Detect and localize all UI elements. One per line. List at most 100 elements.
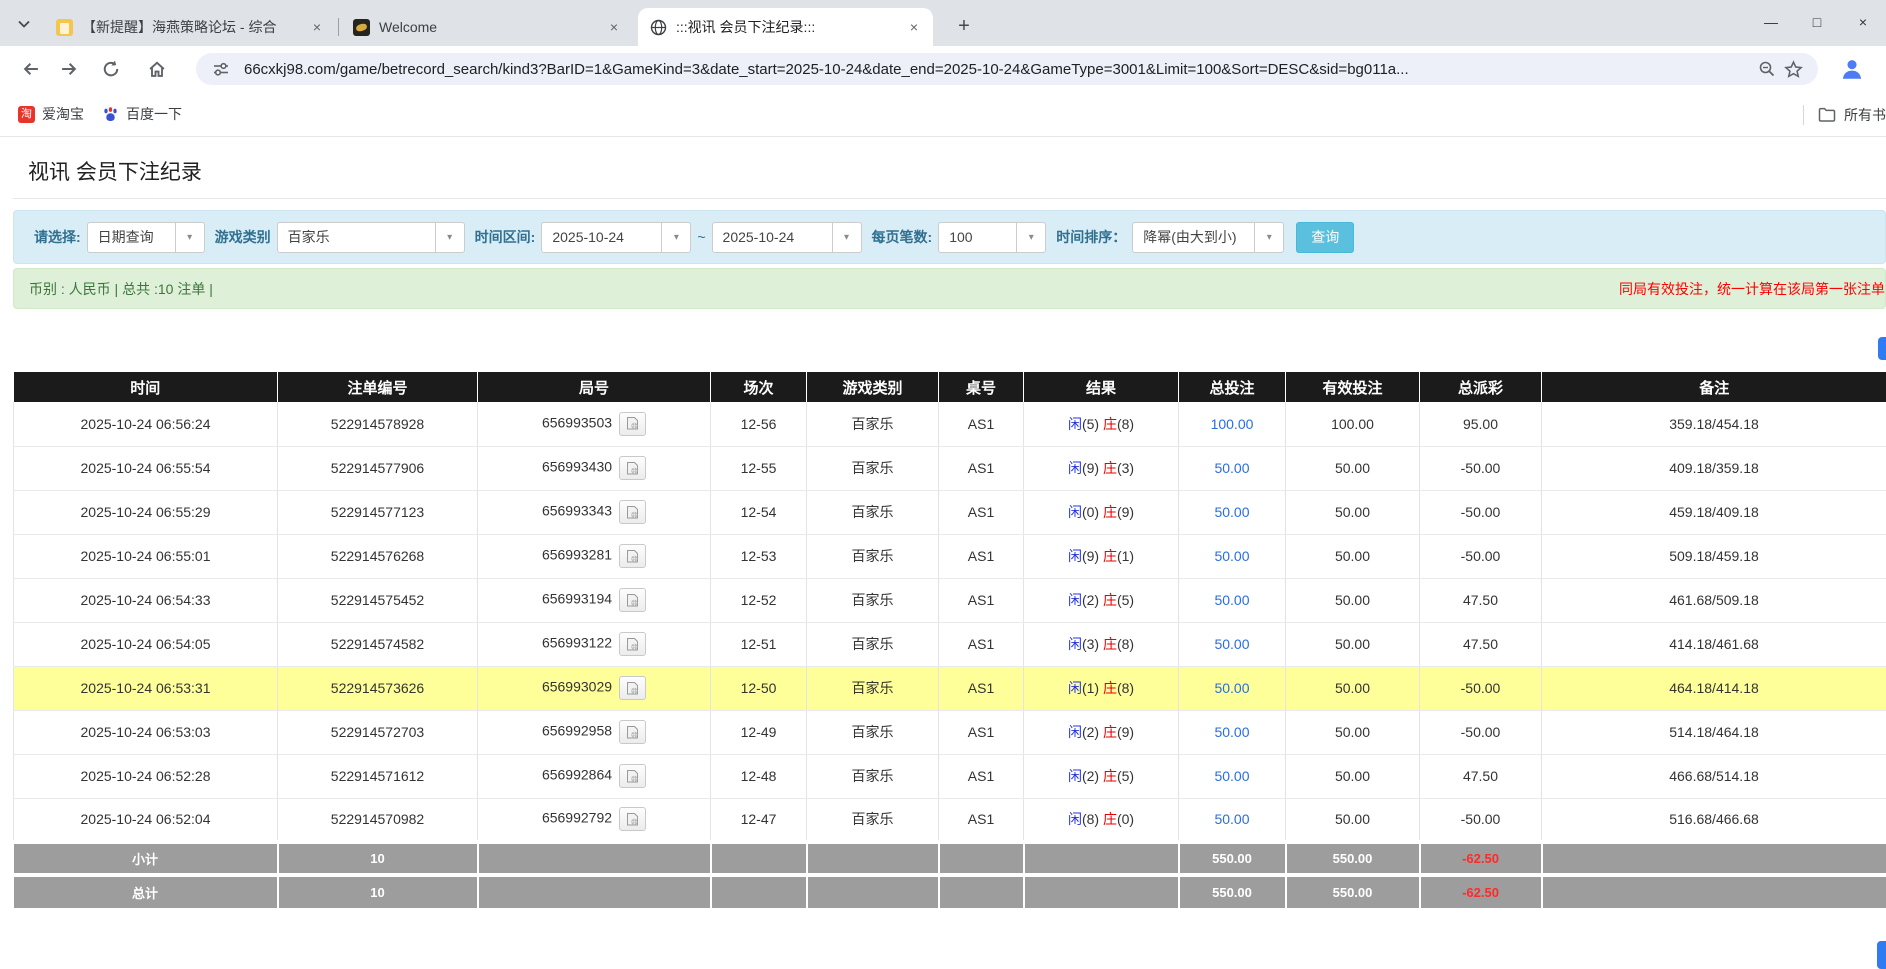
reload-icon[interactable] [94,52,128,86]
query-type-select[interactable]: 日期查询 ▾ [87,222,205,253]
video-replay-button[interactable] [619,412,646,436]
filter-bar: 请选择: 日期查询 ▾ 游戏类别 百家乐 ▾ 时间区间: 2025-10-24 … [13,210,1886,264]
chevron-down-icon: ▾ [661,223,690,252]
cell-round: 656993122 [478,622,711,666]
cell-payout: -50.00 [1420,534,1542,578]
bookmark-baidu[interactable]: 百度一下 [102,104,182,124]
table-row: 2025-10-24 06:52:04522914570982656992792… [14,798,1886,842]
video-replay-button[interactable] [619,588,646,612]
footer-empty [478,842,711,875]
forward-icon[interactable] [52,52,86,86]
date-end-select[interactable]: 2025-10-24 ▾ [712,222,862,253]
cell-time: 2025-10-24 06:54:33 [14,578,278,622]
tab-welcome[interactable]: Welcome × [341,8,633,46]
video-replay-button[interactable] [619,720,646,744]
home-icon[interactable] [140,52,174,86]
select-value: 日期查询 [88,223,175,252]
per-page-select[interactable]: 100 ▾ [938,222,1046,253]
table-row: 2025-10-24 06:55:29522914577123656993343… [14,490,1886,534]
url-text[interactable]: 66cxkj98.com/game/betrecord_search/kind3… [244,61,1754,78]
close-tab-icon[interactable]: × [308,18,326,36]
cell-total-bet: 50.00 [1179,754,1286,798]
close-tab-icon[interactable]: × [605,18,623,36]
result-player-score: (5) [1082,416,1103,432]
footer-empty [1542,842,1886,875]
cell-payout: -50.00 [1420,798,1542,842]
result-player: 闲 [1068,416,1082,432]
scroll-indicator-top[interactable] [1878,337,1886,360]
cell-total-bet: 50.00 [1179,578,1286,622]
video-replay-button[interactable] [619,456,646,480]
maximize-button[interactable]: □ [1794,0,1840,44]
total-bet-link[interactable]: 50.00 [1214,636,1249,652]
summary-text: 币别 : 人民币 | 总共 :10 注单 | [29,279,213,299]
minimize-button[interactable]: — [1748,0,1794,44]
tab-bet-record-active[interactable]: :::视讯 会员下注纪录::: × [638,8,933,46]
total-bet-link[interactable]: 50.00 [1214,724,1249,740]
footer-count: 10 [278,842,478,875]
column-header: 注单编号 [278,372,478,402]
cell-remark: 466.68/514.18 [1542,754,1886,798]
back-icon[interactable] [14,52,48,86]
cell-time: 2025-10-24 06:56:24 [14,402,278,446]
search-button[interactable]: 查询 [1296,222,1354,253]
total-bet-link[interactable]: 50.00 [1214,811,1249,827]
total-bet-link[interactable]: 50.00 [1214,768,1249,784]
zoom-icon[interactable] [1754,56,1780,82]
footer-empty [939,842,1024,875]
result-player-score: (0) [1082,504,1103,520]
scroll-indicator-bottom[interactable] [1877,941,1886,969]
tab-forum[interactable]: 【新提醒】海燕策略论坛 - 综合 × [44,8,336,46]
sort-select[interactable]: 降幂(由大到小) ▾ [1132,222,1284,253]
cell-time: 2025-10-24 06:52:28 [14,754,278,798]
cell-round: 656993029 [478,666,711,710]
bookmark-star-icon[interactable] [1780,56,1806,82]
cell-remark: 516.68/466.68 [1542,798,1886,842]
profile-avatar-icon[interactable] [1836,53,1868,85]
video-replay-button[interactable] [619,764,646,788]
cell-time: 2025-10-24 06:52:04 [14,798,278,842]
column-header: 桌号 [939,372,1024,402]
cell-remark: 514.18/464.18 [1542,710,1886,754]
total-bet-link[interactable]: 50.00 [1214,460,1249,476]
chevron-down-icon: ▾ [1016,223,1045,252]
result-player: 闲 [1068,680,1082,696]
close-tab-icon[interactable]: × [905,18,923,36]
total-bet-link[interactable]: 100.00 [1211,416,1254,432]
tab-menu-chevron-icon[interactable] [10,10,38,38]
cell-bet-id: 522914573626 [278,666,478,710]
footer-empty [711,875,807,908]
total-bet-link[interactable]: 50.00 [1214,680,1249,696]
cell-result: 闲(9) 庄(3) [1024,446,1179,490]
url-bar[interactable]: 66cxkj98.com/game/betrecord_search/kind3… [196,53,1818,85]
game-type-select[interactable]: 百家乐 ▾ [277,222,465,253]
site-settings-icon[interactable] [208,56,234,82]
video-replay-button[interactable] [619,807,646,831]
new-tab-button[interactable]: + [950,12,978,40]
cell-game-type: 百家乐 [807,622,939,666]
total-bet-link[interactable]: 50.00 [1214,504,1249,520]
total-bet-link[interactable]: 50.00 [1214,548,1249,564]
cell-total-bet: 50.00 [1179,490,1286,534]
video-replay-button[interactable] [619,676,646,700]
all-bookmarks[interactable]: 所有书签 [1803,92,1886,137]
cell-game-type: 百家乐 [807,666,939,710]
table-row: 2025-10-24 06:52:28522914571612656992864… [14,754,1886,798]
video-replay-button[interactable] [619,544,646,568]
cell-total-bet: 50.00 [1179,666,1286,710]
column-header: 场次 [711,372,807,402]
result-player-score: (8) [1082,811,1103,827]
footer-label: 小计 [14,842,278,875]
bookmark-taobao[interactable]: 淘 爱淘宝 [18,104,84,124]
total-bet-link[interactable]: 50.00 [1214,592,1249,608]
video-replay-button[interactable] [619,500,646,524]
cell-session: 12-52 [711,578,807,622]
cell-payout: -50.00 [1420,710,1542,754]
title-divider [13,198,1886,199]
date-start-select[interactable]: 2025-10-24 ▾ [541,222,691,253]
video-replay-button[interactable] [619,632,646,656]
close-window-button[interactable]: × [1840,0,1886,44]
cell-round: 656993194 [478,578,711,622]
welcome-favicon-icon [353,19,370,36]
cell-bet-id: 522914575452 [278,578,478,622]
